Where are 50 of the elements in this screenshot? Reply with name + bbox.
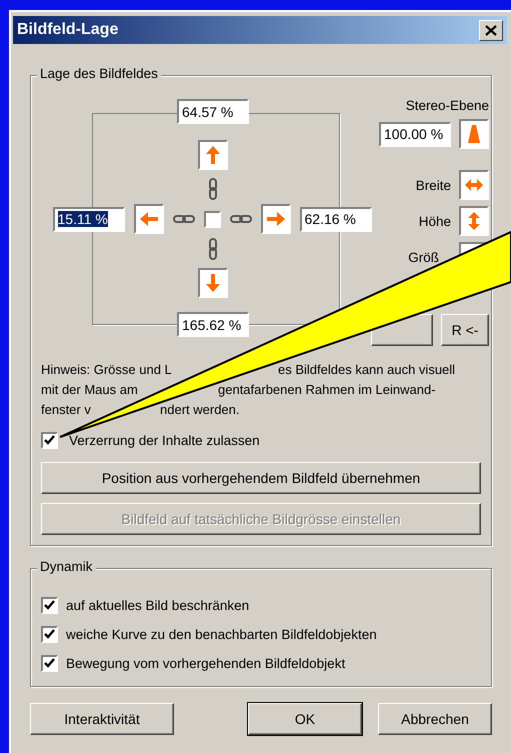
move-right-button[interactable] <box>260 204 290 234</box>
checkbox[interactable] <box>41 432 58 448</box>
left-margin-field[interactable]: 15.11 % <box>52 206 124 232</box>
width-button[interactable] <box>459 170 489 200</box>
hint-text: Hinweis: Grösse und L <box>41 361 172 379</box>
move-up-button[interactable] <box>198 140 228 170</box>
hint-text: gentafarbenen Rahmen im Leinwand- <box>218 381 436 399</box>
size-label: Größ <box>408 250 439 264</box>
checkbox[interactable] <box>41 626 58 643</box>
move-left-button[interactable] <box>134 204 164 234</box>
hint-text: fenster v <box>41 401 91 419</box>
group-title: Dynamik <box>37 559 96 574</box>
hint-text: mit der Maus am <box>41 381 138 399</box>
bottom-margin-field[interactable]: 165.62 % <box>177 312 249 337</box>
checkbox-label: weiche Kurve zu den benachbarten Bildfeldobjekten <box>66 627 377 642</box>
default-button[interactable]: OK <box>248 703 362 735</box>
window-title: Bildfeld-Lage <box>17 21 118 39</box>
stereo-field[interactable]: 100.00 % <box>379 122 451 146</box>
hint-text: es Bildfeldes kann auch visuell <box>278 361 456 379</box>
dialog-button[interactable]: Abbrechen <box>378 703 492 735</box>
close-button[interactable] <box>479 20 503 40</box>
height-button[interactable] <box>459 206 489 236</box>
checkbox-label: Bewegung vom vorhergehenden Bildfeldobjekt <box>66 656 346 671</box>
chain-link-icon <box>230 214 252 224</box>
size-label: Breite <box>416 178 451 192</box>
checkbox[interactable] <box>204 210 220 228</box>
checkbox-label: auf aktuelles Bild beschränken <box>66 598 250 613</box>
action-button[interactable]: Position aus vorhergehendem Bildfeld übernehmen <box>41 462 481 494</box>
checkbox-label: Verzerrung der Inhalte zulassen <box>69 432 260 448</box>
close-icon <box>485 24 497 36</box>
arrow-down-icon <box>205 273 221 293</box>
checkbox[interactable] <box>41 655 58 672</box>
group-title: Lage des Bildfeldes <box>37 66 161 81</box>
stereo-label: Stereo-Ebene <box>406 98 489 113</box>
checkbox[interactable] <box>41 597 58 614</box>
dialog-button[interactable]: Interaktivität <box>30 703 174 735</box>
arrow-right-icon <box>266 211 286 227</box>
arrow-up-icon <box>205 145 221 165</box>
size-label: Höhe <box>418 214 451 228</box>
top-margin-field[interactable]: 64.57 % <box>177 99 249 124</box>
chain-link-icon <box>208 178 218 200</box>
reset-button[interactable]: R <- <box>441 314 489 346</box>
stereo-arrow-icon <box>467 124 481 144</box>
arrow-left-icon <box>138 211 158 227</box>
hint-text: ndert werden. <box>160 401 240 419</box>
chain-link-icon <box>208 238 218 260</box>
chain-link-icon <box>172 214 194 224</box>
move-down-button[interactable] <box>198 268 228 298</box>
right-margin-field[interactable]: 62.16 % <box>300 206 372 232</box>
stereo-button[interactable] <box>459 119 489 149</box>
